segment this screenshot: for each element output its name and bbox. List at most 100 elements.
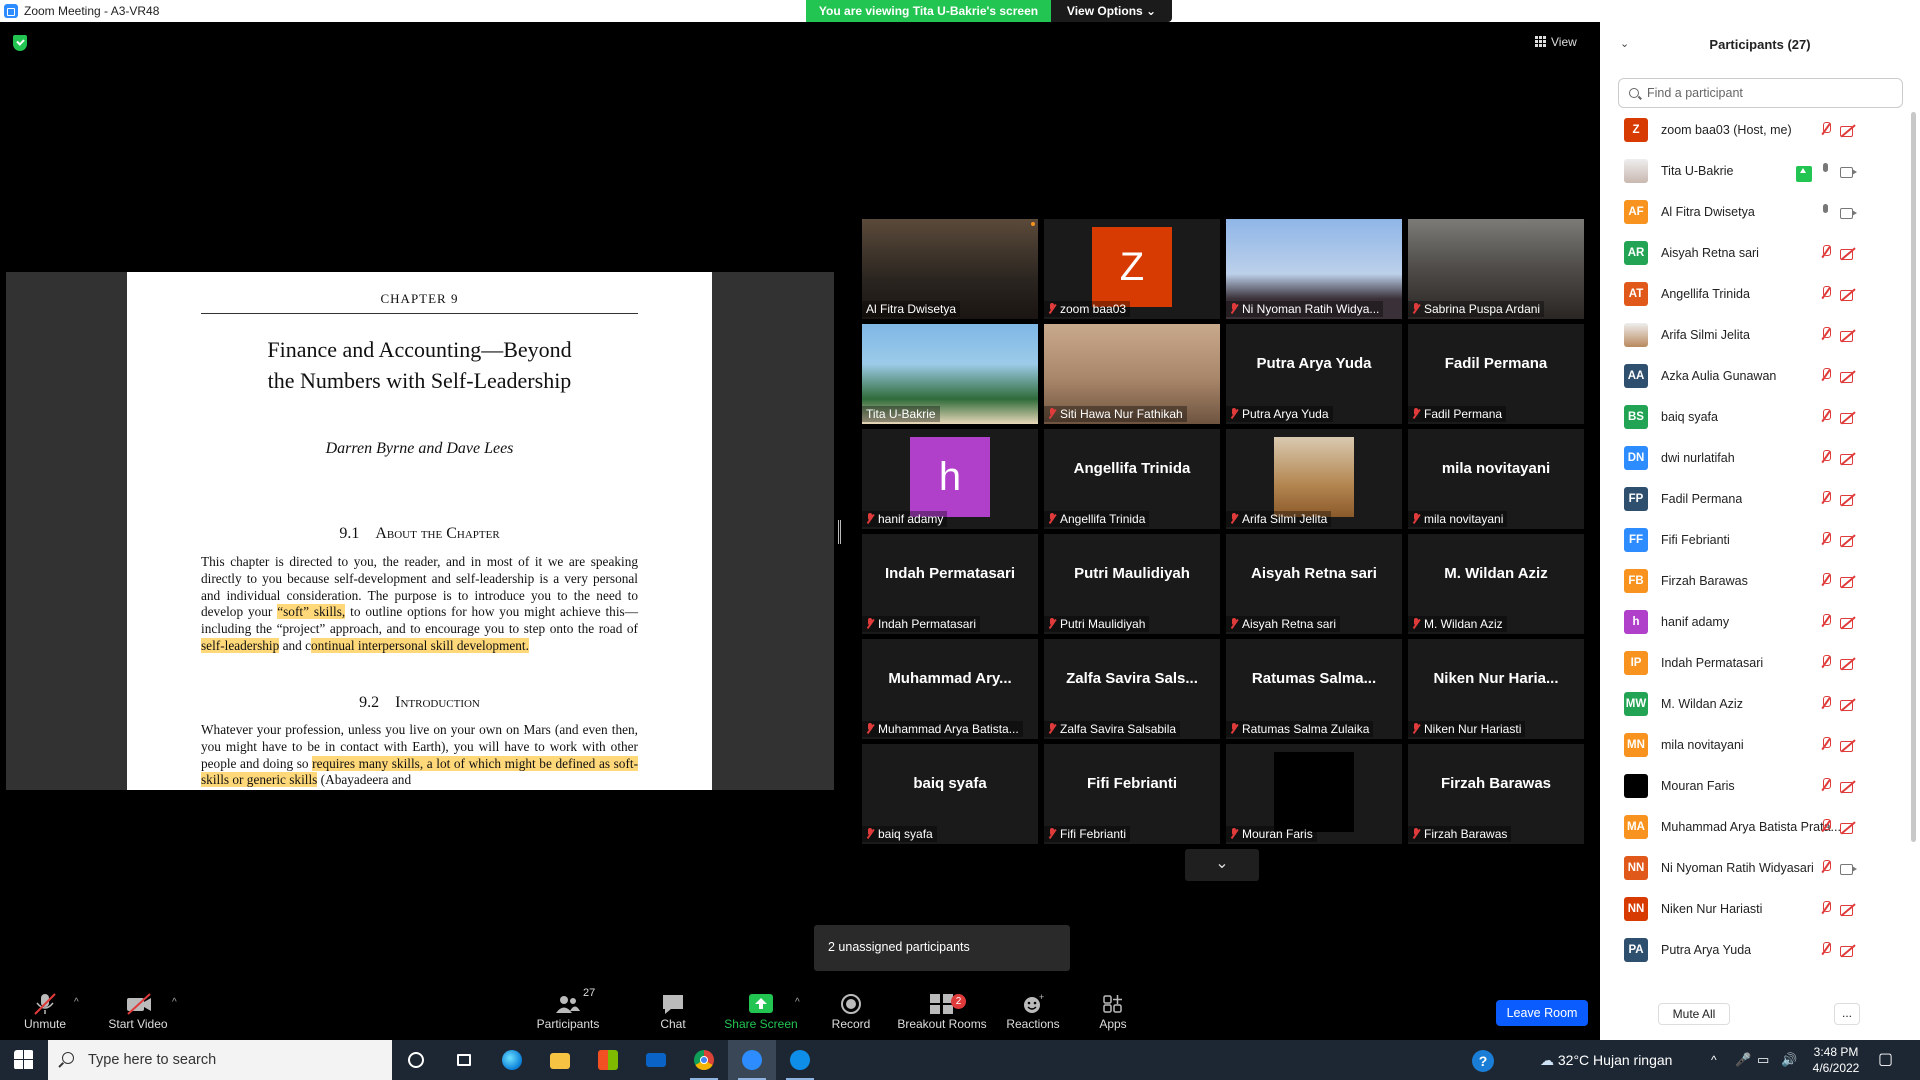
muted-mic-icon[interactable] xyxy=(1820,450,1836,466)
muted-mic-icon[interactable] xyxy=(1820,409,1836,425)
participant-row[interactable]: MN mila novitayani xyxy=(1600,725,1905,766)
participant-row[interactable]: FB Firzah Barawas xyxy=(1600,561,1905,602)
video-tile[interactable]: Putri Maulidiyah Putri Maulidiyah xyxy=(1044,534,1220,634)
more-options-button[interactable]: ... xyxy=(1834,1003,1860,1025)
mic-icon[interactable] xyxy=(1820,163,1836,179)
muted-mic-icon[interactable] xyxy=(1820,327,1836,343)
mail-icon[interactable] xyxy=(632,1040,680,1080)
video-tile[interactable]: Fadil Permana Fadil Permana xyxy=(1408,324,1584,424)
mic-icon[interactable] xyxy=(1820,204,1836,220)
muted-mic-icon[interactable] xyxy=(1820,368,1836,384)
zoom-taskbar-icon[interactable] xyxy=(728,1040,776,1080)
video-tile[interactable]: Tita U-Bakrie xyxy=(862,324,1038,424)
video-tile[interactable]: Indah Permatasari Indah Permatasari xyxy=(862,534,1038,634)
muted-mic-icon[interactable] xyxy=(1820,901,1836,917)
muted-mic-icon[interactable] xyxy=(1820,819,1836,835)
participant-row[interactable]: PA Putra Arya Yuda xyxy=(1600,930,1905,971)
muted-mic-icon[interactable] xyxy=(1820,245,1836,261)
mute-all-button[interactable]: Mute All xyxy=(1658,1003,1730,1025)
chat-button[interactable]: Chat xyxy=(630,983,716,1040)
reactions-button[interactable]: + Reactions xyxy=(990,983,1076,1040)
video-tile[interactable]: Niken Nur Haria... Niken Nur Hariasti xyxy=(1408,639,1584,739)
apps-button[interactable]: Apps xyxy=(1070,983,1156,1040)
video-tile[interactable]: baiq syafa baiq syafa xyxy=(862,744,1038,844)
video-tile[interactable]: Zalfa Savira Sals... Zalfa Savira Salsabi… xyxy=(1044,639,1220,739)
participant-row[interactable]: FP Fadil Permana xyxy=(1600,479,1905,520)
video-tile[interactable]: Siti Hawa Nur Fathikah xyxy=(1044,324,1220,424)
network-icon[interactable]: ▭ xyxy=(1757,1040,1769,1080)
participant-row[interactable]: IP Indah Permatasari xyxy=(1600,643,1905,684)
participant-row[interactable]: h hanif adamy xyxy=(1600,602,1905,643)
video-tile[interactable]: Ni Nyoman Ratih Widya... xyxy=(1226,219,1402,319)
unmute-button[interactable]: Unmute xyxy=(2,983,88,1040)
view-layout-button[interactable]: View xyxy=(1535,30,1595,54)
shared-screen[interactable]: CHAPTER 9 Finance and Accounting—Beyond … xyxy=(6,272,834,790)
help-icon[interactable]: ? xyxy=(1472,1040,1494,1080)
participants-button[interactable]: Participants 27 xyxy=(525,983,611,1040)
video-tile[interactable]: Mouran Faris xyxy=(1226,744,1402,844)
participant-row[interactable]: MA Muhammad Arya Batista Prata... xyxy=(1600,807,1905,848)
view-options-button[interactable]: View Options ⌄ xyxy=(1051,0,1172,22)
participant-row[interactable]: NN Niken Nur Hariasti xyxy=(1600,889,1905,930)
participant-list-scrollbar[interactable] xyxy=(1909,110,1917,980)
muted-mic-icon[interactable] xyxy=(1820,860,1836,876)
muted-mic-icon[interactable] xyxy=(1820,655,1836,671)
file-explorer-icon[interactable] xyxy=(536,1040,584,1080)
taskbar-search-input[interactable]: Type here to search xyxy=(48,1040,392,1080)
muted-mic-icon[interactable] xyxy=(1820,491,1836,507)
participant-row[interactable]: AT Angellifa Trinida xyxy=(1600,274,1905,315)
participant-row[interactable]: AA Azka Aulia Gunawan xyxy=(1600,356,1905,397)
share-screen-button[interactable]: Share Screen xyxy=(718,983,804,1040)
tray-overflow-icon[interactable]: ^ xyxy=(1711,1040,1717,1080)
video-tile[interactable]: Fifi Febrianti Fifi Febrianti xyxy=(1044,744,1220,844)
start-video-button[interactable]: Start Video xyxy=(95,983,181,1040)
audio-options-caret[interactable]: ^ xyxy=(74,997,79,1008)
video-tile[interactable]: Putra Arya Yuda Putra Arya Yuda xyxy=(1226,324,1402,424)
microsoft-store-icon[interactable] xyxy=(584,1040,632,1080)
unassigned-participants-notice[interactable]: 2 unassigned participants xyxy=(814,925,1070,971)
taskbar-clock[interactable]: 3:48 PM 4/6/2022 xyxy=(1808,1044,1864,1076)
video-options-caret[interactable]: ^ xyxy=(172,997,177,1008)
task-view-icon[interactable] xyxy=(440,1040,488,1080)
record-button[interactable]: Record xyxy=(808,983,894,1040)
video-tile[interactable]: Arifa Silmi Jelita xyxy=(1226,429,1402,529)
chrome-icon[interactable] xyxy=(680,1040,728,1080)
gallery-next-page-button[interactable]: ⌄ xyxy=(1185,849,1259,881)
video-tile[interactable]: Aisyah Retna sari Aisyah Retna sari xyxy=(1226,534,1402,634)
participant-row[interactable]: AR Aisyah Retna sari xyxy=(1600,233,1905,274)
edge-browser-icon[interactable] xyxy=(488,1040,536,1080)
participant-row[interactable]: DN dwi nurlatifah xyxy=(1600,438,1905,479)
start-button[interactable] xyxy=(0,1040,48,1080)
participant-row[interactable]: NN Ni Nyoman Ratih Widyasari xyxy=(1600,848,1905,889)
muted-mic-icon[interactable] xyxy=(1820,532,1836,548)
breakout-rooms-button[interactable]: Breakout Rooms 2 xyxy=(892,983,992,1040)
microphone-tray-icon[interactable]: 🎤 xyxy=(1735,1040,1751,1080)
participant-row[interactable]: AF Al Fitra Dwisetya xyxy=(1600,192,1905,233)
participant-row[interactable]: Arifa Silmi Jelita xyxy=(1600,315,1905,356)
participant-row[interactable]: FF Fifi Febrianti xyxy=(1600,520,1905,561)
video-tile[interactable]: Sabrina Puspa Ardani xyxy=(1408,219,1584,319)
muted-mic-icon[interactable] xyxy=(1820,778,1836,794)
video-tile[interactable]: Angellifa Trinida Angellifa Trinida xyxy=(1044,429,1220,529)
video-tile[interactable]: M. Wildan Aziz M. Wildan Aziz xyxy=(1408,534,1584,634)
participant-search-input[interactable]: Find a participant xyxy=(1618,78,1903,108)
encryption-shield-icon[interactable] xyxy=(13,35,27,51)
notifications-icon[interactable]: ▢ xyxy=(1878,1040,1893,1080)
participant-row[interactable]: MW M. Wildan Aziz xyxy=(1600,684,1905,725)
cortana-icon[interactable] xyxy=(392,1040,440,1080)
leave-room-button[interactable]: Leave Room xyxy=(1496,1000,1588,1026)
split-resize-handle[interactable] xyxy=(838,520,841,544)
video-tile[interactable]: Firzah Barawas Firzah Barawas xyxy=(1408,744,1584,844)
volume-icon[interactable]: 🔊 xyxy=(1781,1040,1797,1080)
video-tile[interactable]: Muhammad Ary... Muhammad Arya Batista... xyxy=(862,639,1038,739)
participant-row[interactable]: Mouran Faris xyxy=(1600,766,1905,807)
video-tile[interactable]: Ratumas Salma... Ratumas Salma Zulaika xyxy=(1226,639,1402,739)
video-tile[interactable]: Al Fitra Dwisetya xyxy=(862,219,1038,319)
participant-row[interactable]: BS baiq syafa xyxy=(1600,397,1905,438)
muted-mic-icon[interactable] xyxy=(1820,614,1836,630)
video-tile[interactable]: h hanif adamy xyxy=(862,429,1038,529)
video-tile[interactable]: Zzoom baa03 xyxy=(1044,219,1220,319)
participant-row[interactable]: Tita U-Bakrie xyxy=(1600,151,1905,192)
muted-mic-icon[interactable] xyxy=(1820,573,1836,589)
video-tile[interactable]: mila novitayani mila novitayani xyxy=(1408,429,1584,529)
